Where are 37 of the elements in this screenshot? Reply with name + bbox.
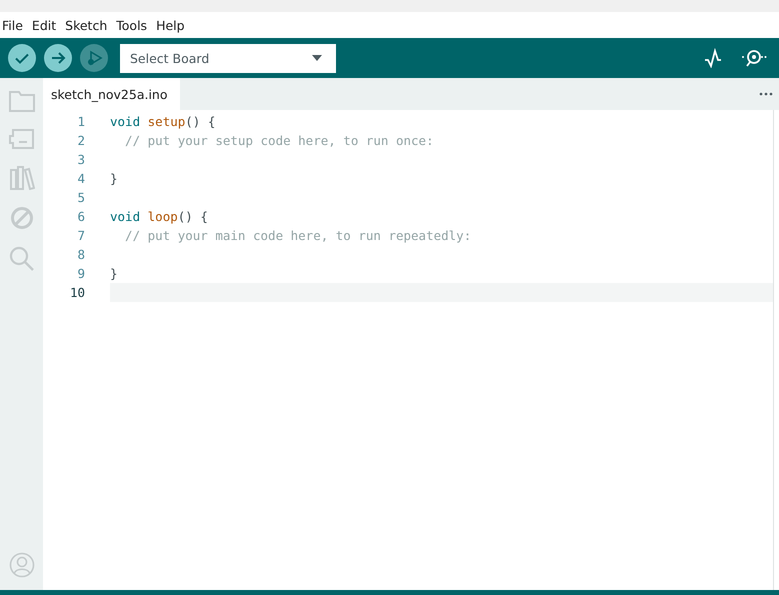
more-icon[interactable] [759,92,773,96]
caret-icon [312,55,322,61]
line-number: 3 [76,152,85,167]
board-select[interactable]: Select Board [120,44,336,72]
serial-monitor-icon[interactable] [741,48,767,68]
folder-icon[interactable] [8,90,34,112]
menu-item[interactable]: Tools [114,18,152,32]
file-tab[interactable]: sketch_nov25a.ino [43,78,180,110]
code-editor[interactable]: 1 void setup() { 2 // put your setup code here, to run once: 3 4 } 5 6 void loop() { 7 // put your main code here, to run repeatedly: 8 9 } 10 [43,110,774,590]
verify-button[interactable] [8,44,36,72]
account-icon[interactable] [8,552,34,578]
line-number: 9 [76,266,85,281]
code-line: } [110,266,118,281]
search-icon[interactable] [8,246,34,272]
menu-item[interactable]: Edit [30,18,62,32]
code-line: // put your main code here, to run repeatedly: [124,228,472,243]
code-line: } [110,171,118,186]
line-number: 1 [76,114,85,129]
code-line: void setup() { [110,114,216,129]
arrow-icon [50,50,66,66]
line-number: 6 [76,209,85,224]
library-icon[interactable] [8,166,34,190]
code-line: void loop() { [110,209,208,224]
upload-button[interactable] [44,44,72,72]
menu-item[interactable]: File [0,18,28,32]
menu-item[interactable]: Help [154,18,190,32]
line-number: 7 [76,228,85,243]
board-icon[interactable] [8,128,34,150]
line-number: 4 [76,171,85,186]
serial-plotter-icon[interactable] [703,48,723,68]
line-number: 5 [76,190,85,205]
debug-icon [85,49,103,67]
code-line: // put your setup code here, to run once: [124,133,434,148]
prohibited-icon[interactable] [10,206,34,230]
line-number: 2 [76,133,85,148]
line-number: 8 [76,247,85,262]
menu-item[interactable]: Sketch [63,18,112,32]
